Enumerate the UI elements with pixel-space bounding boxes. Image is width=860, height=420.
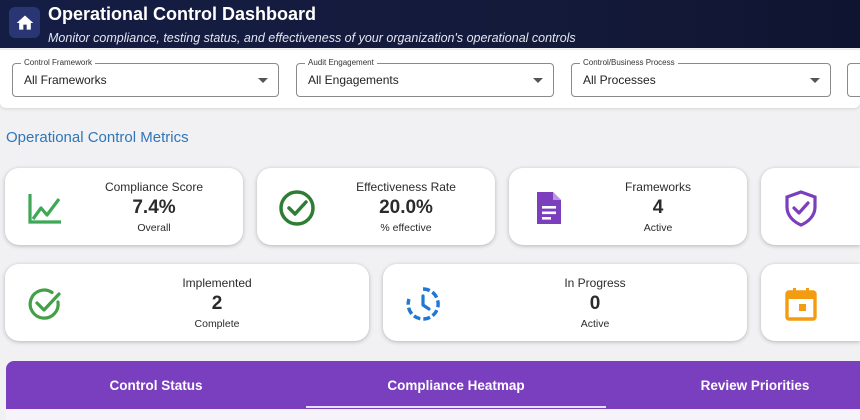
audit-engagement-value: All Engagements: [308, 73, 399, 87]
metric-label: Frameworks: [624, 180, 691, 194]
metric-card-in-progress: In Progress 0 Active: [383, 264, 747, 341]
business-process-select[interactable]: Control/Business Process All Processes: [571, 58, 831, 97]
chevron-down-icon: [258, 78, 268, 83]
metric-card-frameworks: Frameworks 4 Active: [509, 168, 747, 245]
control-framework-value: All Frameworks: [24, 73, 107, 87]
page-title: Operational Control Dashboard: [48, 4, 317, 24]
metric-caption: Active: [580, 318, 610, 330]
metric-value: 2: [211, 293, 223, 314]
audit-engagement-label: Audit Engagement: [305, 58, 377, 67]
shield-check-icon: [785, 190, 817, 227]
metric-label: In Progress: [564, 276, 626, 290]
metric-value: 20.0%: [379, 197, 433, 218]
metric-label: Compliance Score: [104, 180, 204, 194]
metric-value: 7.4%: [132, 197, 176, 218]
metric-label: Implemented: [182, 276, 252, 290]
metric-caption: Active: [643, 222, 673, 234]
app-header: Operational Control Dashboard Monitor co…: [0, 0, 860, 48]
chevron-down-icon: [533, 78, 543, 83]
metric-card-compliance-score: Compliance Score 7.4% Overall: [5, 168, 243, 245]
control-framework-select[interactable]: Control Framework All Frameworks: [12, 58, 279, 97]
tab-bar: Control Status Compliance Heatmap Review…: [6, 361, 860, 420]
audit-engagement-select[interactable]: Audit Engagement All Engagements: [296, 58, 554, 97]
calendar-icon: [785, 288, 817, 321]
page-subtitle: Monitor compliance, testing status, and …: [48, 31, 576, 45]
extra-filter-select[interactable]: [847, 63, 860, 97]
tab-compliance-heatmap[interactable]: Compliance Heatmap: [306, 361, 606, 409]
tab-review-priorities[interactable]: Review Priorities: [606, 361, 860, 409]
business-process-label: Control/Business Process: [580, 58, 678, 67]
metric-caption: Complete: [194, 318, 240, 330]
control-framework-label: Control Framework: [21, 58, 96, 67]
business-process-value: All Processes: [583, 73, 656, 87]
metric-caption: % effective: [380, 222, 432, 234]
metric-card-implemented: Implemented 2 Complete: [5, 264, 369, 341]
metric-label: Effectiveness Rate: [356, 180, 456, 194]
metric-value: 4: [652, 197, 664, 218]
metric-card-effectiveness-rate: Effectiveness Rate 20.0% % effective: [257, 168, 495, 245]
trending-up-icon: [28, 194, 61, 224]
clock-icon: [406, 287, 440, 321]
metrics-section-title: Operational Control Metrics: [6, 129, 189, 146]
home-icon: [16, 15, 33, 30]
home-button[interactable]: [9, 7, 40, 38]
document-icon: [537, 192, 561, 224]
check-circle-icon: [279, 190, 315, 226]
metric-card-controls: [761, 168, 860, 245]
tab-content-top: [6, 409, 860, 420]
tab-control-status[interactable]: Control Status: [6, 361, 306, 409]
active-tab-indicator: [306, 406, 606, 408]
check-circle-outline-icon: [28, 288, 61, 320]
metric-value: 0: [589, 293, 601, 314]
chevron-down-icon: [810, 78, 820, 83]
metric-card-scheduled: [761, 264, 860, 341]
metric-caption: Overall: [137, 222, 171, 234]
filter-bar: Control Framework All Frameworks Audit E…: [0, 50, 860, 108]
